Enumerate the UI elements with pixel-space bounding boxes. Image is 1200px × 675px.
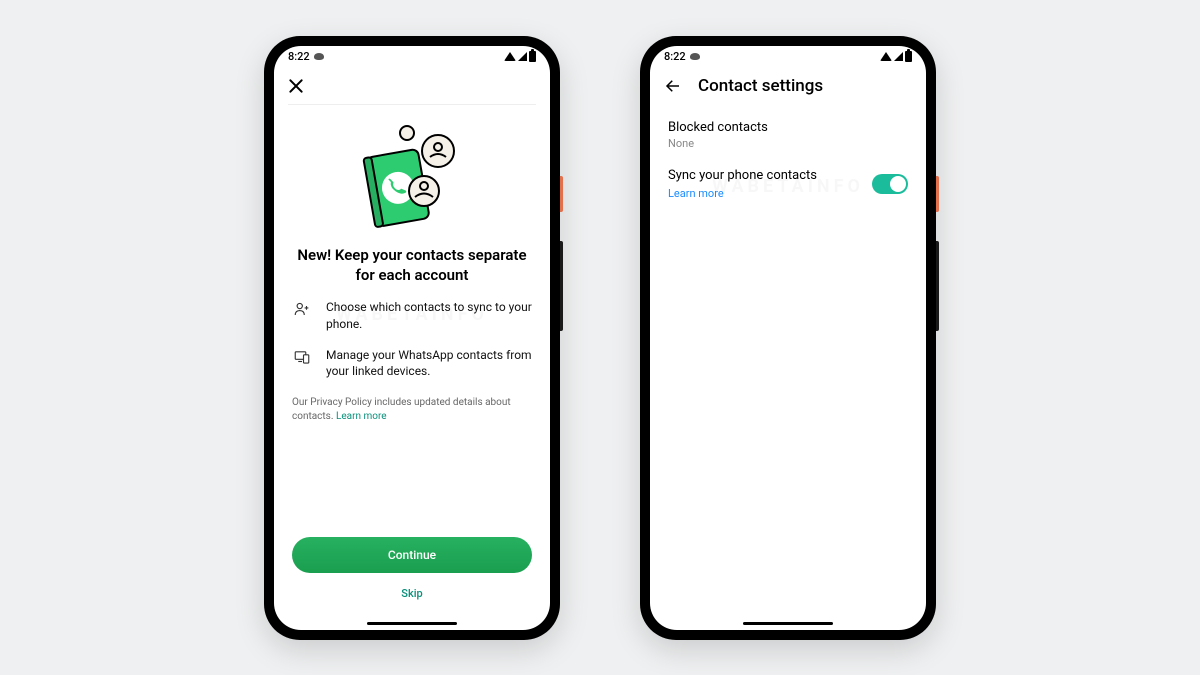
privacy-policy-note: Our Privacy Policy includes updated deta…: [292, 396, 532, 424]
devices-icon: [292, 348, 312, 366]
policy-text: Our Privacy Policy includes updated deta…: [292, 397, 511, 422]
setting-blocked-contacts[interactable]: Blocked contacts None: [668, 114, 908, 160]
skip-button[interactable]: Skip: [292, 577, 532, 610]
screen-onboarding: WABETAINFO 8:22: [274, 46, 550, 630]
power-button: [936, 176, 939, 212]
close-icon[interactable]: [288, 78, 304, 94]
hero-illustration: [292, 123, 532, 233]
battery-icon: [905, 51, 912, 62]
battery-icon: [529, 51, 536, 62]
setting-value-blocked: None: [668, 137, 908, 150]
volume-button: [560, 241, 563, 331]
back-arrow-icon[interactable]: [664, 77, 682, 95]
continue-button[interactable]: Continue: [292, 537, 532, 573]
wifi-icon: [880, 52, 892, 61]
volume-button: [936, 241, 939, 331]
setting-label-sync: Sync your phone contacts: [668, 168, 872, 183]
feature-row-sync: Choose which contacts to sync to your ph…: [292, 299, 532, 333]
learn-more-link[interactable]: Learn more: [668, 187, 872, 200]
topbar: Contact settings: [650, 68, 926, 104]
setting-sync-contacts: Sync your phone contacts Learn more: [668, 160, 908, 200]
status-time: 8:22: [288, 50, 310, 63]
status-time: 8:22: [664, 50, 686, 63]
page-title: Contact settings: [698, 76, 823, 96]
power-button: [560, 176, 563, 212]
sync-toggle[interactable]: [872, 174, 908, 194]
cloud-icon: [314, 53, 324, 60]
feature-text-sync: Choose which contacts to sync to your ph…: [326, 299, 532, 333]
settings-list: Blocked contacts None Sync your phone co…: [650, 104, 926, 210]
feature-row-devices: Manage your WhatsApp contacts from your …: [292, 347, 532, 381]
setting-label-blocked: Blocked contacts: [668, 120, 908, 135]
onboarding-headline: New! Keep your contacts separate for eac…: [292, 245, 532, 286]
nav-pill: [367, 622, 457, 625]
nav-pill: [743, 622, 833, 625]
screen-contact-settings: WABETAINFO 8:22 Contact settings: [650, 46, 926, 630]
onboarding-content: New! Keep your contacts separate for eac…: [274, 105, 550, 630]
person-add-icon: [292, 300, 312, 318]
status-bar: 8:22: [650, 46, 926, 68]
signal-icon: [894, 52, 903, 61]
policy-learn-more-link[interactable]: Learn more: [336, 411, 387, 422]
topbar: [274, 68, 550, 104]
wifi-icon: [504, 52, 516, 61]
cloud-icon: [690, 53, 700, 60]
signal-icon: [518, 52, 527, 61]
phone-mockup-right: WABETAINFO 8:22 Contact settings: [640, 36, 936, 640]
feature-text-devices: Manage your WhatsApp contacts from your …: [326, 347, 532, 381]
status-bar: 8:22: [274, 46, 550, 68]
phone-mockup-left: WABETAINFO 8:22: [264, 36, 560, 640]
